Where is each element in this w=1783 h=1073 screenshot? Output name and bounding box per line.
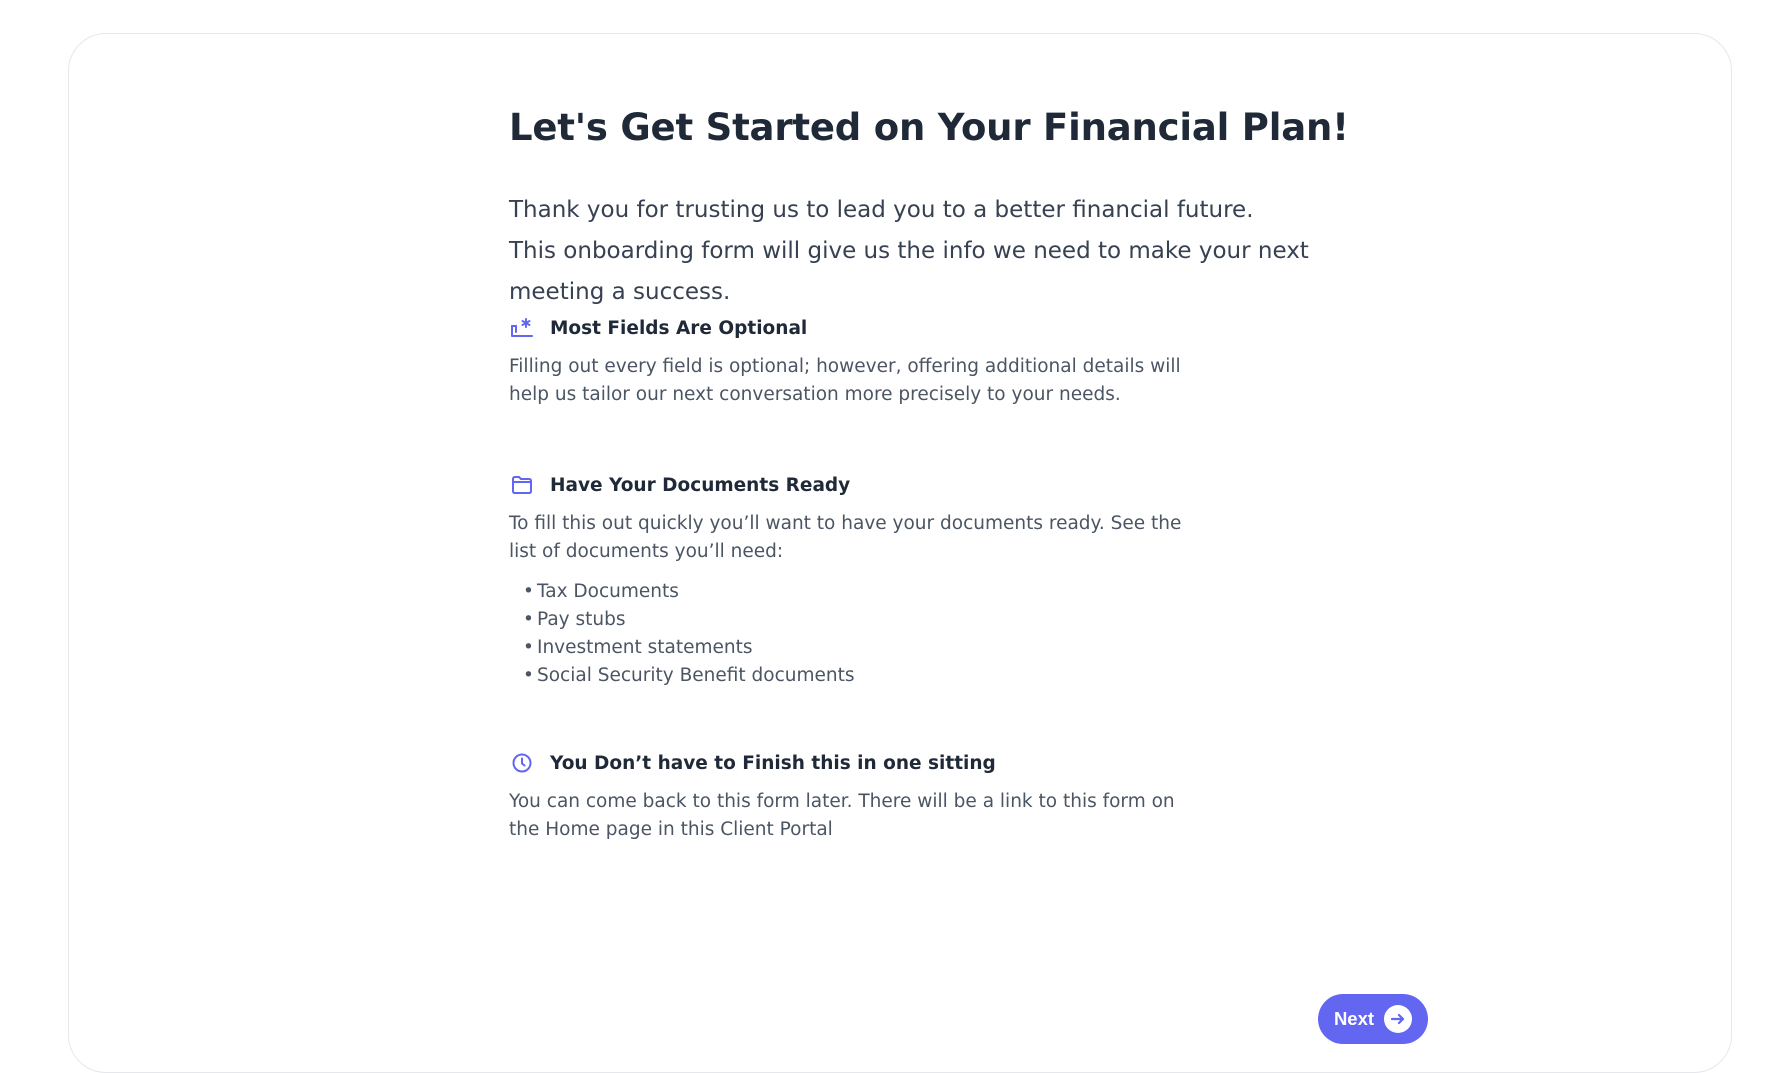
clock-icon xyxy=(509,750,535,776)
section-header: Have Your Documents Ready xyxy=(509,470,1229,500)
section-header: You Don’t have to Finish this in one sit… xyxy=(509,748,1229,778)
section-body: Filling out every field is optional; how… xyxy=(509,356,1181,405)
folder-icon xyxy=(509,472,535,498)
documents-list: • Tax Documents • Pay stubs • Investment st… xyxy=(509,578,1229,690)
onboarding-card: Let's Get Started on Your Financial Plan… xyxy=(68,33,1732,1073)
next-button[interactable]: Next xyxy=(1318,994,1428,1044)
document-name: Investment statements xyxy=(537,637,753,658)
section-title: Have Your Documents Ready xyxy=(550,474,851,496)
document-name: Pay stubs xyxy=(537,609,626,630)
arrow-right-circle-icon xyxy=(1384,1005,1413,1033)
intro-text: Thank you for trusting us to lead you to… xyxy=(509,190,1409,313)
section-body: To fill this out quickly you’ll want to … xyxy=(509,513,1182,562)
document-name: Tax Documents xyxy=(537,581,679,602)
section-header: Most Fields Are Optional xyxy=(509,313,1229,343)
section-body: You can come back to this form later. Th… xyxy=(509,791,1175,840)
section-title: You Don’t have to Finish this in one sit… xyxy=(550,752,996,774)
list-item: • Tax Documents xyxy=(523,581,679,602)
page-title: Let's Get Started on Your Financial Plan… xyxy=(509,106,1349,149)
document-name: Social Security Benefit documents xyxy=(537,665,855,686)
list-item: • Investment statements xyxy=(523,637,753,658)
list-item: • Social Security Benefit documents xyxy=(523,665,855,686)
list-item: • Pay stubs xyxy=(523,609,626,630)
section-resume-later: You Don’t have to Finish this in one sit… xyxy=(509,748,1229,844)
intro-line-2: This onboarding form will give us the in… xyxy=(509,238,1309,305)
form-asterisk-icon xyxy=(509,315,535,341)
next-button-label: Next xyxy=(1333,1008,1375,1029)
section-optional-fields: Most Fields Are Optional Filling out eve… xyxy=(509,313,1229,409)
section-title: Most Fields Are Optional xyxy=(550,317,808,339)
intro-line-1: Thank you for trusting us to lead you to… xyxy=(509,197,1254,223)
section-documents: Have Your Documents Ready To fill this o… xyxy=(509,470,1229,690)
